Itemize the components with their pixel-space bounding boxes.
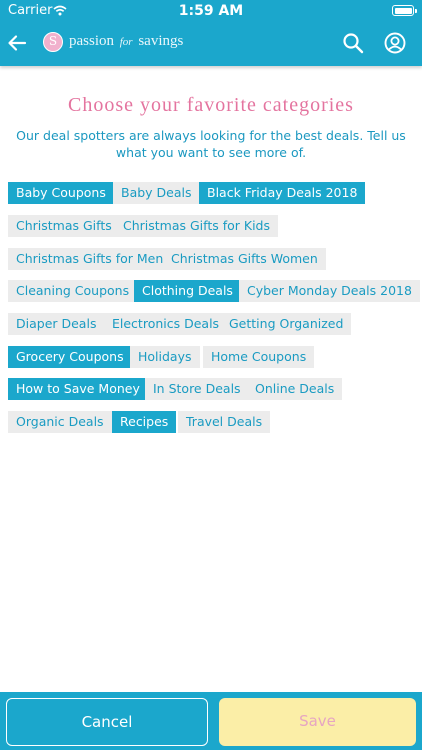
category-chip[interactable]: Baby Coupons	[8, 182, 114, 204]
save-button[interactable]: Save	[219, 698, 416, 746]
category-chip[interactable]: Christmas Gifts for Kids	[115, 215, 279, 237]
category-chip[interactable]: In Store Deals	[145, 378, 249, 400]
category-chip[interactable]: Getting Organized	[221, 313, 352, 335]
brand-name-part: passion	[69, 33, 114, 49]
category-chip[interactable]: Black Friday Deals 2018	[199, 182, 366, 204]
search-icon[interactable]	[341, 31, 365, 55]
cancel-button[interactable]: Cancel	[6, 698, 208, 746]
brand-name-part: for	[119, 36, 133, 48]
brand-name: passion for savings	[69, 33, 183, 50]
category-chip[interactable]: Holidays	[130, 346, 200, 368]
category-chip[interactable]: Christmas Gifts for Men	[8, 248, 172, 270]
category-chip[interactable]: Baby Deals	[113, 182, 200, 204]
category-chip[interactable]: Cyber Monday Deals 2018	[239, 280, 420, 302]
page-title: Choose your favorite categories	[68, 94, 354, 116]
footer-bar: Cancel Save	[0, 692, 422, 750]
status-time: 1:59 AM	[178, 3, 244, 19]
category-chip[interactable]: Clothing Deals	[134, 280, 241, 302]
back-arrow-icon[interactable]	[6, 32, 28, 54]
category-chip[interactable]: Recipes	[112, 411, 177, 433]
category-chip[interactable]: Electronics Deals	[104, 313, 228, 335]
brand-name-part: savings	[138, 33, 184, 49]
category-chip[interactable]: Organic Deals	[8, 411, 112, 433]
category-chip[interactable]: How to Save Money	[8, 378, 148, 400]
category-chip[interactable]: Grocery Coupons	[8, 346, 132, 368]
brand-logo-icon: S	[43, 32, 63, 52]
app-header: Carrier 1:59 AM S passion for savings	[0, 0, 422, 66]
category-chip[interactable]: Christmas Gifts Women	[163, 248, 326, 270]
category-chip[interactable]: Online Deals	[247, 378, 343, 400]
status-bar: Carrier 1:59 AM	[0, 0, 422, 22]
battery-icon	[392, 5, 417, 16]
category-chip[interactable]: Travel Deals	[178, 411, 271, 433]
page-subtitle: Our deal spotters are always looking for…	[16, 128, 406, 160]
category-chip[interactable]: Home Coupons	[203, 346, 315, 368]
category-chip[interactable]: Diaper Deals	[8, 313, 105, 335]
category-chip[interactable]: Christmas Gifts	[8, 215, 120, 237]
category-chip[interactable]: Cleaning Coupons	[8, 280, 138, 302]
account-icon[interactable]	[383, 31, 407, 55]
